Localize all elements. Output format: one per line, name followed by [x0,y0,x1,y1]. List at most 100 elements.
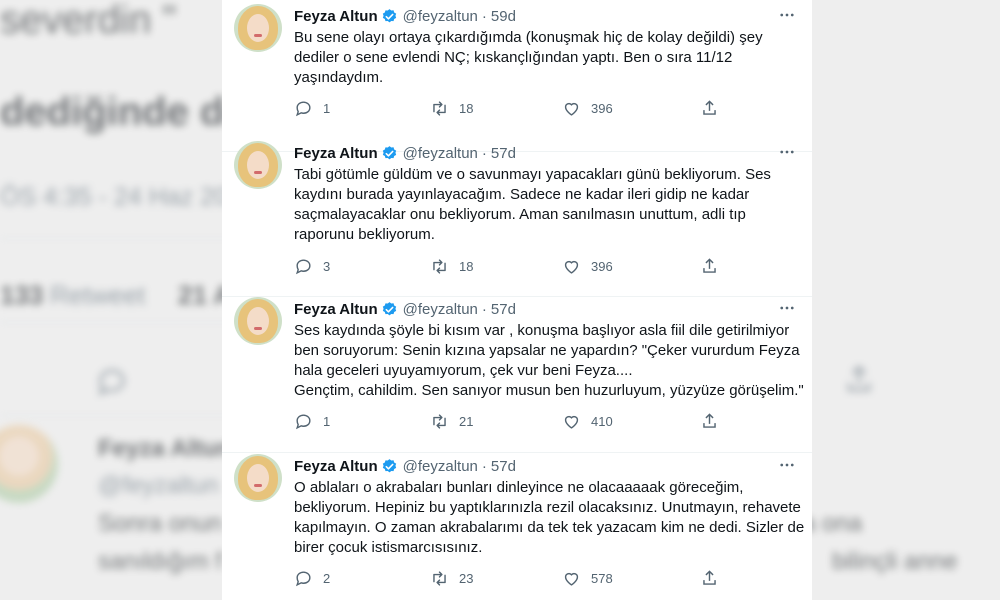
tweet-text: O ablaları o akrabaları bunları dinleyin… [294,478,804,558]
reply-button[interactable]: 2 [294,568,330,588]
separator-dot: · [481,144,487,162]
retweet-icon [433,100,446,116]
share-button[interactable] [700,98,729,118]
background-share-icon [842,363,876,402]
background-reply-icon [95,365,129,404]
reply-button[interactable]: 1 [294,98,330,118]
reply-button[interactable]: 1 [294,411,330,431]
tweet-text-line: Gençtim, cahildim. Sen sanıyor musun ben… [294,382,804,399]
timestamp[interactable]: 57d [491,145,516,162]
tweet[interactable]: Feyza Altun @feyzaltun · 57d Ses kaydınd… [222,293,812,453]
background-body-line: sanıldığım f [98,548,223,575]
retweet-button[interactable]: 18 [430,98,473,118]
tweet-header: Feyza Altun @feyzaltun · 57d [294,299,516,319]
retweet-button[interactable]: 21 [430,411,473,431]
avatar[interactable] [234,454,282,502]
background-text-line: severdin " [0,0,177,42]
more-horizontal-icon[interactable] [776,141,798,163]
author-name[interactable]: Feyza Altun [294,8,378,25]
tweet-text-line: Tabi götümle güldüm ve o savunmayı yapac… [294,166,771,183]
retweet-button[interactable]: 23 [430,568,473,588]
author-handle[interactable]: @feyzaltun [403,8,478,25]
like-count: 578 [591,570,613,586]
share-button[interactable] [700,256,729,276]
share-button[interactable] [700,568,729,588]
like-button[interactable]: 578 [562,568,613,588]
like-button[interactable]: 396 [562,98,613,118]
tweet-text-line: bekliyorum. Hepiniz bu yaptıklarınızla r… [294,499,801,516]
author-handle[interactable]: @feyzaltun [403,301,478,318]
background-body-line: Sonra onun [98,510,223,537]
reply-icon [295,570,311,586]
tweet[interactable]: Feyza Altun @feyzaltun · 59d Bu sene ola… [222,0,812,152]
background-divider [0,238,240,239]
background-avatar [0,425,58,503]
verified-badge-icon [382,458,396,472]
tweet[interactable]: Feyza Altun @feyzaltun · 57d Tabi götüml… [222,137,812,297]
retweet-count: 23 [459,570,474,586]
background-name: Feyza Altun [98,435,232,462]
separator-dot: · [481,300,487,318]
share-icon [703,99,716,115]
retweet-icon [433,413,446,429]
like-count: 396 [591,100,613,116]
separator-dot: · [481,7,487,25]
like-count: 396 [591,258,613,274]
author-handle[interactable]: @feyzaltun [403,458,478,475]
reply-icon [295,100,311,116]
background-text-line: dediğinde de [0,90,247,134]
tweet[interactable]: Feyza Altun @feyzaltun · 57d O ablaları … [222,450,812,600]
background-divider [0,415,240,416]
verified-badge-icon [382,145,396,159]
tweet-text-line: kaydını burada yayınlayacağım. Sadece ne… [294,186,750,203]
timestamp[interactable]: 59d [491,8,516,25]
author-name[interactable]: Feyza Altun [294,458,378,475]
reply-icon [295,413,311,429]
avatar[interactable] [234,4,282,52]
tweet-text-line: Bu sene olayı ortaya çıkardığımda (konuş… [294,29,763,46]
reply-count: 3 [323,258,331,274]
timestamp[interactable]: 57d [491,301,516,318]
background-body-line: bilinçli anne [832,548,958,575]
avatar[interactable] [234,141,282,189]
tweet-text-line: hala geceleri uyuyamıyorum, çek vur beni… [294,362,633,379]
heart-icon [564,102,579,116]
retweet-count: 21 [459,413,474,429]
tweet-actions: 1 18 396 [294,98,734,118]
avatar[interactable] [234,297,282,345]
like-count: 410 [591,413,613,429]
reply-count: 1 [323,100,331,116]
author-name[interactable]: Feyza Altun [294,145,378,162]
retweet-icon [433,570,446,586]
share-button[interactable] [700,411,729,431]
tweet-header: Feyza Altun @feyzaltun · 59d [294,6,516,26]
retweet-count: 18 [459,258,474,274]
tweet-header: Feyza Altun @feyzaltun · 57d [294,143,516,163]
reply-count: 1 [323,413,331,429]
tweet-text: Tabi götümle güldüm ve o savunmayı yapac… [294,165,794,245]
share-icon [703,257,716,273]
background-retweet-label: Retweet [50,280,146,310]
tweet-text: Ses kaydında şöyle bi kısım var , konuşm… [294,321,804,401]
author-handle[interactable]: @feyzaltun [403,145,478,162]
retweet-button[interactable]: 18 [430,256,473,276]
like-button[interactable]: 396 [562,256,613,276]
tweet-text-line: ben soruyorum: Senin kızına yapsalar ne … [294,342,800,359]
more-horizontal-icon[interactable] [776,4,798,26]
tweet-feed: Feyza Altun @feyzaltun · 59d Bu sene ola… [222,0,812,600]
tweet-text-line: raporunu bekliyorum. [294,226,435,243]
author-name[interactable]: Feyza Altun [294,301,378,318]
separator-dot: · [481,457,487,475]
tweet-text-line: O ablaları o akrabaları bunları dinleyin… [294,479,744,496]
like-button[interactable]: 410 [562,411,613,431]
timestamp[interactable]: 57d [491,458,516,475]
reply-button[interactable]: 3 [294,256,330,276]
more-horizontal-icon[interactable] [776,297,798,319]
background-retweet-count: 133 [0,280,44,310]
background-handle: @feyzaltun [98,472,219,499]
more-horizontal-icon[interactable] [776,454,798,476]
tweet-text-line: birer çocuk istismarcısısınız. [294,539,483,556]
reply-count: 2 [323,570,331,586]
heart-icon [564,572,579,586]
tweet-actions: 2 23 578 [294,568,734,588]
